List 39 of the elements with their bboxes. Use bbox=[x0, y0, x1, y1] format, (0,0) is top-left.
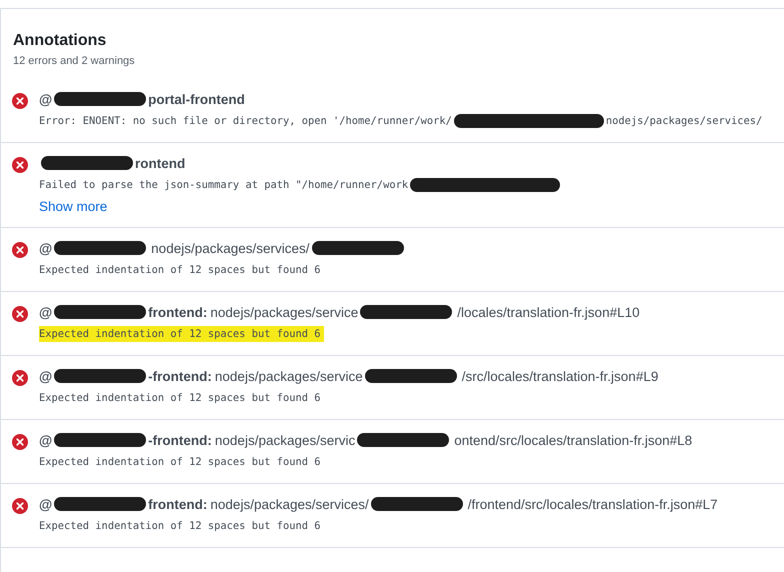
annotation-title: @ bbox=[39, 304, 52, 320]
error-icon bbox=[12, 434, 28, 450]
annotation-title: frontend: bbox=[148, 304, 208, 320]
annotation-title: @ bbox=[39, 92, 52, 106]
annotation-message: Expected indentation of 12 spaces but found 6 bbox=[39, 328, 321, 340]
annotation-message: Expected indentation of 12 spaces but found 6 bbox=[39, 520, 321, 532]
show-more-link[interactable]: Show more bbox=[39, 199, 108, 214]
error-icon bbox=[12, 306, 28, 322]
file-path: /frontend/src/locales/translation-fr.json#L7 bbox=[468, 496, 718, 512]
file-path: /locales/translation-fr.json#L10 bbox=[457, 304, 640, 320]
error-icon bbox=[12, 93, 28, 109]
annotation-summary: 12 errors and 2 warnings bbox=[13, 55, 135, 67]
annotation-message: Failed to parse the json-summary at path "/home/runner/work bbox=[39, 179, 408, 191]
annotation-title: @ bbox=[39, 496, 52, 512]
annotation-title: @ bbox=[39, 368, 52, 384]
error-icon bbox=[12, 242, 28, 258]
file-path: ontend/src/locales/translation-fr.json#L8 bbox=[454, 432, 692, 448]
file-path: nodejs/packages/services/ bbox=[210, 496, 369, 512]
file-path: nodejs/packages/service bbox=[214, 368, 363, 384]
file-path: nodejs/packages/servic bbox=[214, 432, 356, 448]
annotation-message: Expected indentation of 12 spaces but found 6 bbox=[39, 264, 321, 276]
annotation-title: @ bbox=[39, 240, 52, 256]
annotation-message: Error: ENOENT: no such file or directory, open '/home/runner/work/ bbox=[39, 115, 452, 127]
annotation-message: Expected indentation of 12 spaces but found 6 bbox=[39, 392, 321, 404]
annotation-title: frontend: bbox=[148, 496, 208, 512]
file-path: nodejs/packages/service bbox=[210, 304, 358, 320]
annotation-title: portal-frontend bbox=[148, 92, 245, 106]
file-path: /src/locales/translation-fr.json#L9 bbox=[462, 368, 658, 384]
annotation-message: nodejs/packages/services/ bbox=[606, 115, 762, 127]
annotation-title: -frontend: bbox=[148, 368, 212, 384]
section-title: Annotations bbox=[13, 32, 106, 50]
error-icon bbox=[12, 157, 28, 173]
annotation-title: @ bbox=[39, 432, 52, 448]
error-icon bbox=[12, 370, 28, 386]
error-icon bbox=[12, 498, 28, 514]
file-path: nodejs/packages/services/ bbox=[151, 240, 310, 256]
annotation-title: rontend bbox=[135, 156, 186, 170]
annotation-title: -frontend: bbox=[148, 432, 212, 448]
annotation-message: Expected indentation of 12 spaces but found 6 bbox=[39, 456, 321, 468]
